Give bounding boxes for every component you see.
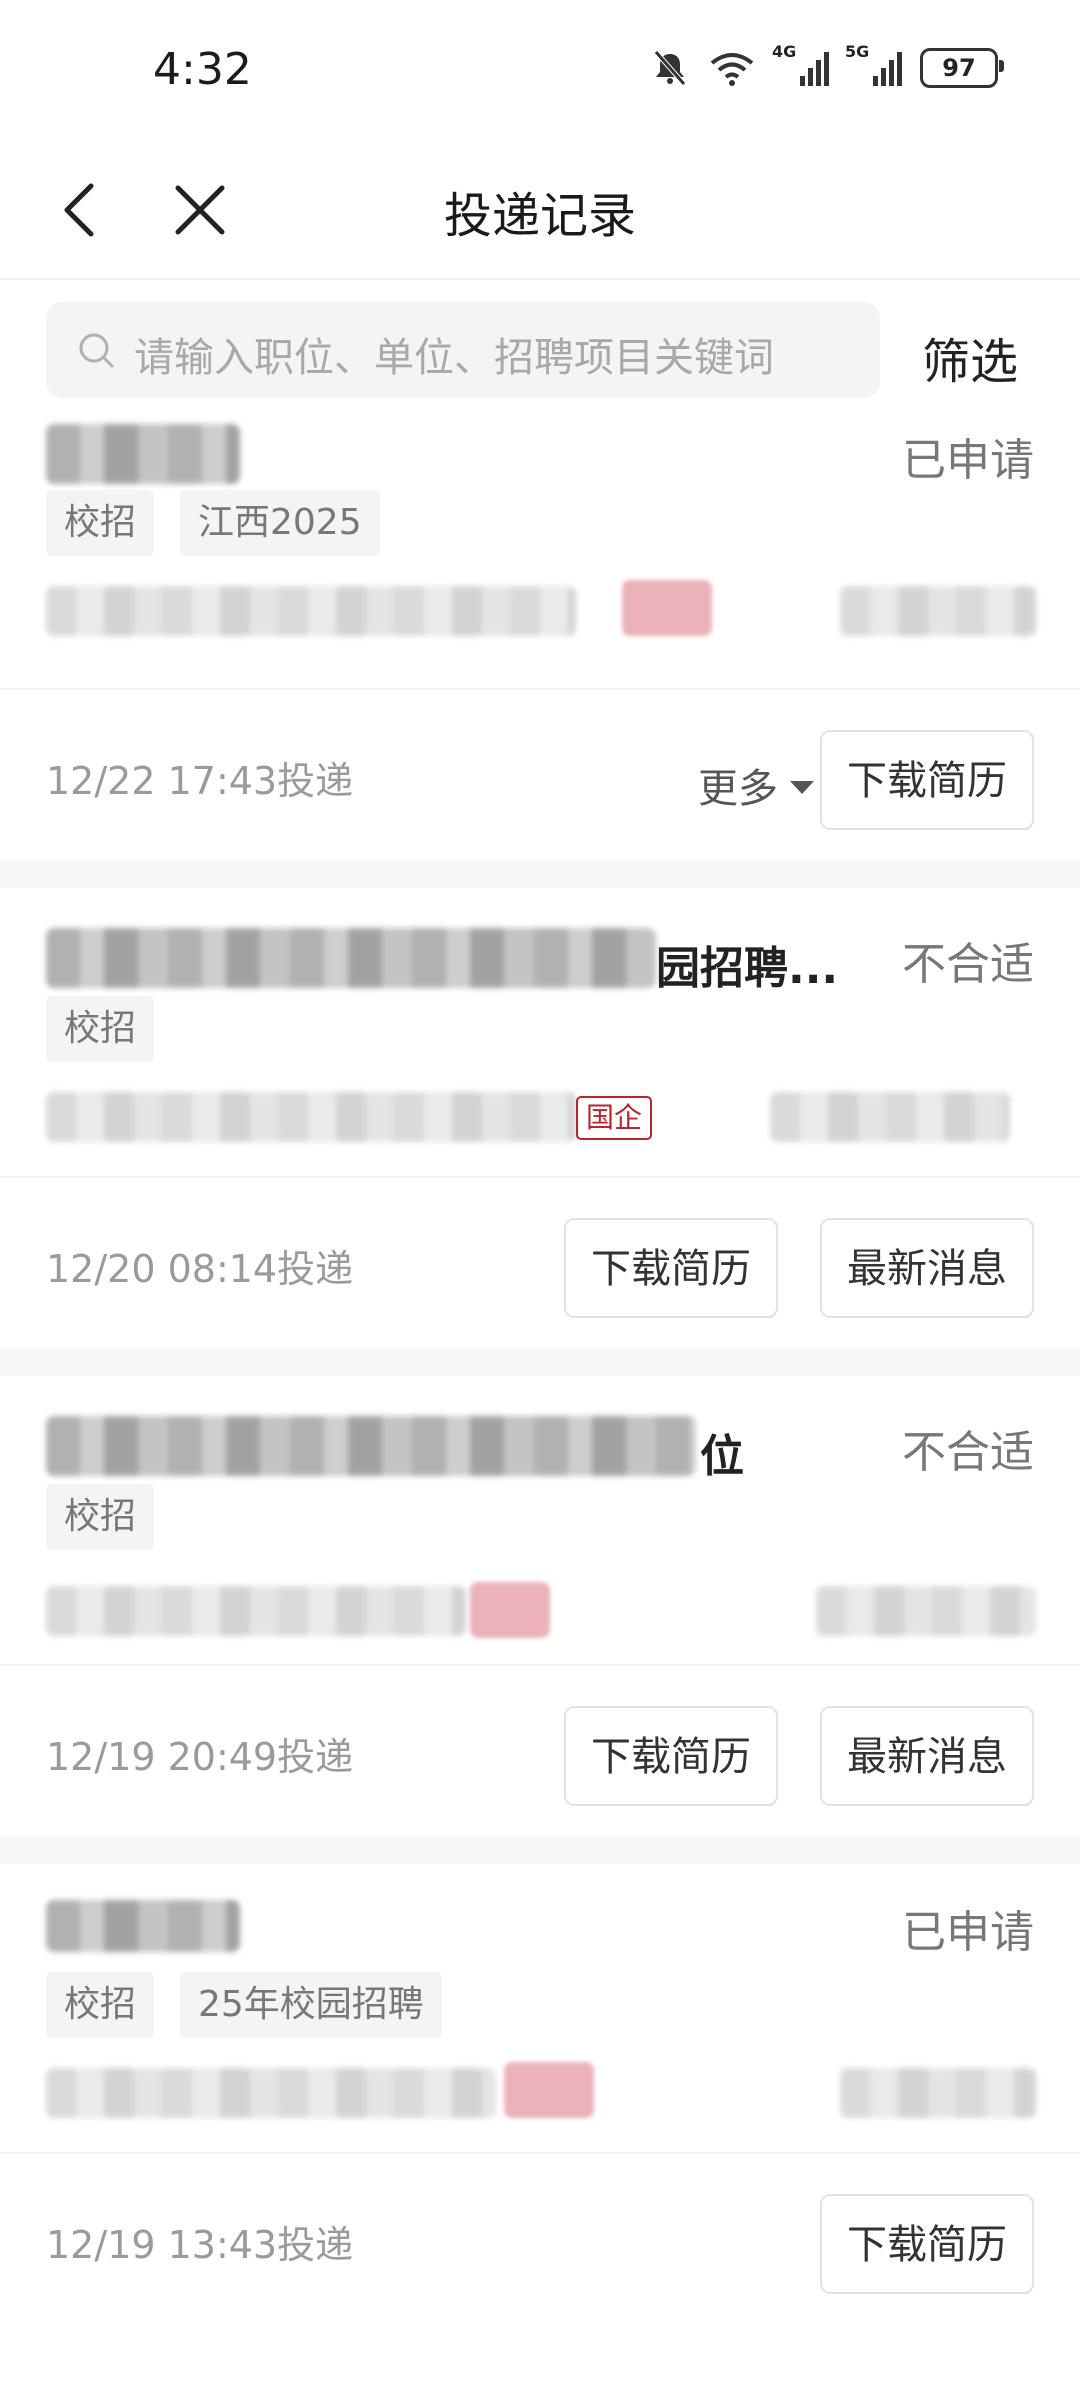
record-card[interactable]: 园招聘... 不合适 校招 国企 12/20 08:14投递 下载简历 最新消息 xyxy=(0,888,1080,1348)
application-status: 已申请 xyxy=(902,435,1034,486)
caret-down-icon xyxy=(790,780,814,794)
section-divider xyxy=(0,1348,1080,1376)
latest-news-button[interactable]: 最新消息 xyxy=(820,1218,1034,1318)
search-row: 请输入职位、单位、招聘项目关键词 筛选 xyxy=(0,280,1080,400)
redacted-location xyxy=(770,1092,1010,1142)
redacted-company xyxy=(46,586,576,636)
record-card[interactable]: 已申请 校招 江西2025 12/22 17:43投递 更多 下载简历 xyxy=(0,400,1080,860)
record-summary[interactable]: 已申请 校招 25年校园招聘 xyxy=(0,1864,1080,2154)
download-resume-button[interactable]: 下载简历 xyxy=(564,1218,778,1318)
redacted-company xyxy=(46,1092,576,1142)
enterprise-badge: 国企 xyxy=(576,1096,653,1140)
more-dropdown[interactable]: 更多 xyxy=(698,756,814,814)
record-summary[interactable]: 位 不合适 校招 xyxy=(0,1376,1080,1666)
record-actions: 12/20 08:14投递 下载简历 最新消息 xyxy=(0,1178,1080,1348)
battery-icon: 97 xyxy=(920,48,1004,88)
search-placeholder: 请输入职位、单位、招聘项目关键词 xyxy=(134,335,774,381)
signal-5g-icon: 5G xyxy=(845,42,902,86)
download-resume-button[interactable]: 下载简历 xyxy=(564,1706,778,1806)
record-tag: 校招 xyxy=(46,1484,155,1550)
download-resume-button[interactable]: 下载简历 xyxy=(820,730,1034,830)
wifi-icon xyxy=(710,53,754,86)
section-divider xyxy=(0,860,1080,888)
signal-4g-label: 4G xyxy=(772,42,797,61)
record-actions: 12/22 17:43投递 更多 下载简历 xyxy=(0,690,1080,860)
application-status: 不合适 xyxy=(902,939,1034,990)
download-resume-button[interactable]: 下载简历 xyxy=(820,2194,1034,2294)
application-status: 已申请 xyxy=(902,1907,1034,1958)
status-bar: 4:32 4G 5G 97 xyxy=(0,0,1080,140)
status-time: 4:32 xyxy=(153,44,252,95)
record-tag: 江西2025 xyxy=(180,490,380,556)
submit-date: 12/20 08:14投递 xyxy=(46,1247,354,1291)
redacted-badge xyxy=(504,2062,594,2118)
record-actions: 12/19 13:43投递 下载简历 xyxy=(0,2154,1080,2324)
submit-date: 12/19 13:43投递 xyxy=(46,2223,354,2267)
record-tag: 校招 xyxy=(46,490,155,556)
redacted-badge xyxy=(622,580,712,636)
nav-bar: 投递记录 xyxy=(0,140,1080,280)
search-icon xyxy=(79,333,114,368)
record-title-fragment: 园招聘... xyxy=(656,943,839,994)
submit-date: 12/19 20:49投递 xyxy=(46,1735,354,1779)
redacted-location xyxy=(816,1586,1036,1636)
record-card[interactable]: 位 不合适 校招 12/19 20:49投递 下载简历 最新消息 xyxy=(0,1376,1080,1836)
redacted-title xyxy=(46,928,656,988)
redacted-title xyxy=(46,424,240,484)
submit-date: 12/22 17:43投递 xyxy=(46,759,354,803)
more-label: 更多 xyxy=(698,766,778,812)
search-input[interactable]: 请输入职位、单位、招聘项目关键词 xyxy=(46,302,880,398)
record-actions: 12/19 20:49投递 下载简历 最新消息 xyxy=(0,1666,1080,1836)
application-status: 不合适 xyxy=(902,1427,1034,1478)
section-divider xyxy=(0,1836,1080,1864)
redacted-company xyxy=(46,1586,466,1636)
record-tag: 25年校园招聘 xyxy=(180,1972,442,2038)
signal-5g-label: 5G xyxy=(845,42,870,61)
redacted-title xyxy=(46,1416,696,1476)
filter-button[interactable]: 筛选 xyxy=(922,322,1018,392)
redacted-location xyxy=(840,586,1036,636)
redacted-location xyxy=(840,2068,1036,2118)
page-title: 投递记录 xyxy=(443,188,636,244)
latest-news-button[interactable]: 最新消息 xyxy=(820,1706,1034,1806)
record-summary[interactable]: 已申请 校招 江西2025 xyxy=(0,400,1080,690)
record-tag: 校招 xyxy=(46,1972,155,2038)
signal-4g-icon: 4G xyxy=(772,42,829,86)
battery-level: 97 xyxy=(942,54,976,82)
mute-bell-icon xyxy=(654,50,686,86)
record-card[interactable]: 已申请 校招 25年校园招聘 12/19 13:43投递 下载简历 xyxy=(0,1864,1080,2324)
status-icons: 4G 5G 97 xyxy=(650,42,1004,88)
redacted-company xyxy=(46,2068,496,2118)
redacted-badge xyxy=(470,1582,550,1638)
redacted-title xyxy=(46,1900,240,1952)
record-title-fragment: 位 xyxy=(700,1431,744,1482)
record-tag: 校招 xyxy=(46,996,155,1062)
record-summary[interactable]: 园招聘... 不合适 校招 国企 xyxy=(0,888,1080,1178)
